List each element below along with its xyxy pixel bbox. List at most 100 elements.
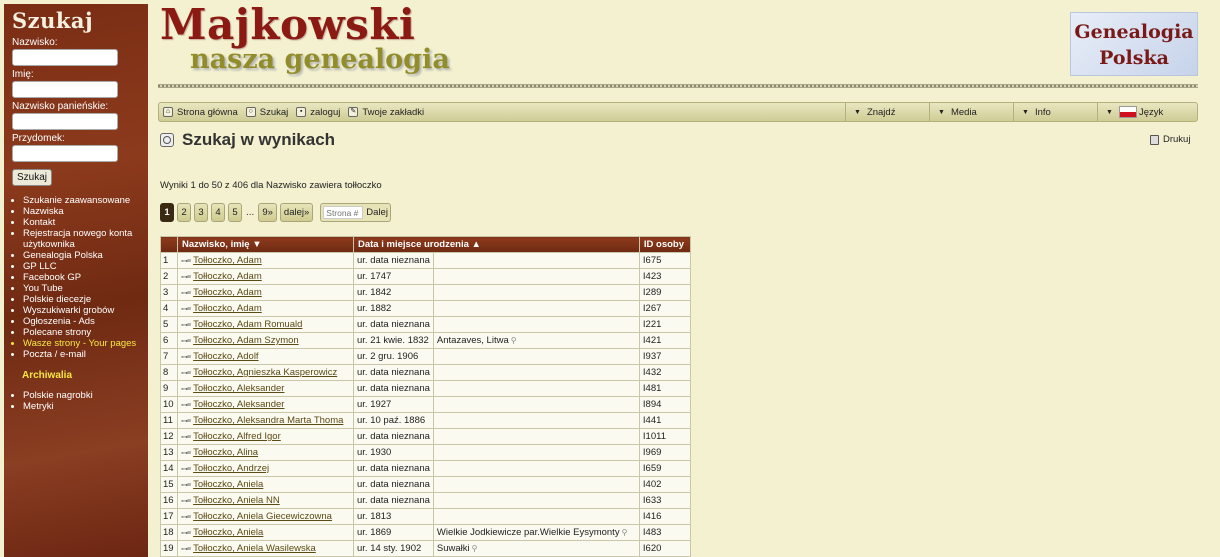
language-menu[interactable]: ▼ Język xyxy=(1097,102,1197,122)
link-gp-llc[interactable]: GP LLC xyxy=(23,261,140,272)
location-search-icon[interactable]: ⚲ xyxy=(511,336,517,345)
firstname-input[interactable] xyxy=(12,81,118,98)
maiden-name-input[interactable] xyxy=(12,113,118,130)
person-cell: ⊶≡ Tołłoczko, Adam Szymon xyxy=(177,332,354,349)
family-tree-icon[interactable]: ⊶≡ xyxy=(181,418,191,425)
info-menu[interactable]: ▼ Info xyxy=(1013,102,1097,122)
person-link[interactable]: Tołłoczko, Aleksander xyxy=(193,399,284,410)
family-tree-icon[interactable]: ⊶≡ xyxy=(181,546,191,553)
family-tree-icon[interactable]: ⊶≡ xyxy=(181,322,191,329)
link-ads[interactable]: Ogłoszenia - Ads xyxy=(23,316,140,327)
site-subtitle: nasza genealogia xyxy=(190,44,450,75)
site-title[interactable]: Majkowski xyxy=(160,0,415,49)
page-3[interactable]: 3 xyxy=(194,203,208,222)
family-tree-icon[interactable]: ⊶≡ xyxy=(181,338,191,345)
family-tree-icon[interactable]: ⊶≡ xyxy=(181,354,191,361)
person-link[interactable]: Tołłoczko, Aleksandra Marta Thoma xyxy=(193,415,343,426)
link-mail[interactable]: Poczta / e-mail xyxy=(23,349,140,360)
link-youtube[interactable]: You Tube xyxy=(23,283,140,294)
page-last[interactable]: 9» xyxy=(258,203,277,222)
family-tree-icon[interactable]: ⊶≡ xyxy=(181,450,191,457)
person-link[interactable]: Tołłoczko, Andrzej xyxy=(193,463,269,474)
table-row: 16 ⊶≡ Tołłoczko, Aniela NN ur. data nieznan… xyxy=(160,492,691,509)
goto-page-button[interactable]: Dalej xyxy=(366,207,388,218)
location-search-icon[interactable]: ⚲ xyxy=(472,544,478,553)
link-dioceses[interactable]: Polskie diecezje xyxy=(23,294,140,305)
sort-desc-icon: ▼ xyxy=(252,239,262,250)
person-cell: ⊶≡ Tołłoczko, Aniela Giecewiczowna xyxy=(177,508,354,525)
login-link[interactable]: ▪ zaloguj xyxy=(292,107,344,118)
page-2[interactable]: 2 xyxy=(177,203,191,222)
person-link[interactable]: Tołłoczko, Adam Szymon xyxy=(193,335,299,346)
person-link[interactable]: Tołłoczko, Aniela Giecewiczowna xyxy=(193,511,332,522)
family-tree-icon[interactable]: ⊶≡ xyxy=(181,514,191,521)
link-your-pages[interactable]: Wasze strony - Your pages xyxy=(23,338,140,349)
surname-input[interactable] xyxy=(12,49,118,66)
family-tree-icon[interactable]: ⊶≡ xyxy=(181,402,191,409)
media-menu[interactable]: ▼ Media xyxy=(929,102,1013,122)
birth-place-text: Wielkie Jodkiewicze par.Wielkie Eysymont… xyxy=(436,527,620,538)
family-tree-icon[interactable]: ⊶≡ xyxy=(181,530,191,537)
person-link[interactable]: Tołłoczko, Adam xyxy=(193,255,262,266)
person-id: I416 xyxy=(638,508,691,525)
link-advanced-search[interactable]: Szukanie zaawansowane xyxy=(23,195,140,206)
link-records[interactable]: Metryki xyxy=(23,401,140,412)
link-facebook-gp[interactable]: Facebook GP xyxy=(23,272,140,283)
next-page[interactable]: dalej» xyxy=(279,203,314,222)
row-number: 7 xyxy=(160,348,178,365)
person-link[interactable]: Tołłoczko, Alina xyxy=(193,447,258,458)
person-link[interactable]: Tołłoczko, Adolf xyxy=(193,351,258,362)
bookmarks-link[interactable]: ✎ Twoje zakładki xyxy=(344,107,428,118)
person-link[interactable]: Tołłoczko, Aniela NN xyxy=(193,495,280,506)
person-link[interactable]: Tołłoczko, Adam Romuald xyxy=(193,319,302,330)
person-link[interactable]: Tołłoczko, Aniela xyxy=(193,527,263,538)
header-birth[interactable]: Data i miejsce urodzenia ▲ xyxy=(353,236,640,253)
family-tree-icon[interactable]: ⊶≡ xyxy=(181,274,191,281)
print-link[interactable]: Drukuj xyxy=(1150,134,1190,145)
link-polish-graves[interactable]: Polskie nagrobki xyxy=(23,390,140,401)
logo-line-2: Polska xyxy=(1099,47,1169,69)
location-search-icon[interactable]: ⚲ xyxy=(622,528,628,537)
birth-place xyxy=(432,460,640,477)
header-id[interactable]: ID osoby xyxy=(638,236,691,253)
family-tree-icon[interactable]: ⊶≡ xyxy=(181,258,191,265)
family-tree-icon[interactable]: ⊶≡ xyxy=(181,386,191,393)
person-link[interactable]: Tołłoczko, Adam xyxy=(193,271,262,282)
link-recommended[interactable]: Polecane strony xyxy=(23,327,140,338)
link-genealogia-polska[interactable]: Genealogia Polska xyxy=(23,250,140,261)
family-tree-icon[interactable]: ⊶≡ xyxy=(181,466,191,473)
page-5[interactable]: 5 xyxy=(228,203,242,222)
sidebar-search-button[interactable]: Szukaj xyxy=(12,169,53,186)
person-link[interactable]: Tołłoczko, Adam xyxy=(193,287,262,298)
page-1[interactable]: 1 xyxy=(160,203,174,222)
family-tree-icon[interactable]: ⊶≡ xyxy=(181,290,191,297)
family-tree-icon[interactable]: ⊶≡ xyxy=(181,306,191,313)
link-surnames[interactable]: Nazwiska xyxy=(23,206,140,217)
person-link[interactable]: Tołłoczko, Adam xyxy=(193,303,262,314)
family-tree-icon[interactable]: ⊶≡ xyxy=(181,482,191,489)
birth-place: Suwałki ⚲ xyxy=(432,540,640,557)
genealogia-polska-logo[interactable]: Genealogia Polska xyxy=(1070,12,1198,76)
person-link[interactable]: Tołłoczko, Aleksander xyxy=(193,383,284,394)
family-tree-icon[interactable]: ⊶≡ xyxy=(181,498,191,505)
table-row: 8 ⊶≡ Tołłoczko, Agnieszka Kasperowicz ur. d… xyxy=(160,364,691,381)
person-link[interactable]: Tołłoczko, Aniela Wasilewska xyxy=(193,543,316,554)
nickname-input[interactable] xyxy=(12,145,118,162)
family-tree-icon[interactable]: ⊶≡ xyxy=(181,370,191,377)
link-grave-search[interactable]: Wyszukiwarki grobów xyxy=(23,305,140,316)
home-link[interactable]: ⌂ Strona główna xyxy=(159,107,242,118)
link-register[interactable]: Rejestracja nowego konta użytkownika xyxy=(23,228,140,250)
person-link[interactable]: Tołłoczko, Alfred Igor xyxy=(193,431,281,442)
page-number-input[interactable] xyxy=(323,206,364,219)
row-number: 9 xyxy=(160,380,178,397)
link-contact[interactable]: Kontakt xyxy=(23,217,140,228)
search-link[interactable]: ○ Szukaj xyxy=(242,107,293,118)
find-menu[interactable]: ▼ Znajdź xyxy=(845,102,929,122)
person-link[interactable]: Tołłoczko, Aniela xyxy=(193,479,263,490)
header-name[interactable]: Nazwisko, imię ▼ xyxy=(177,236,354,253)
family-tree-icon[interactable]: ⊶≡ xyxy=(181,434,191,441)
person-cell: ⊶≡ Tołłoczko, Alfred Igor xyxy=(177,428,354,445)
row-number: 16 xyxy=(160,492,178,509)
page-4[interactable]: 4 xyxy=(211,203,225,222)
person-link[interactable]: Tołłoczko, Agnieszka Kasperowicz xyxy=(193,367,337,378)
